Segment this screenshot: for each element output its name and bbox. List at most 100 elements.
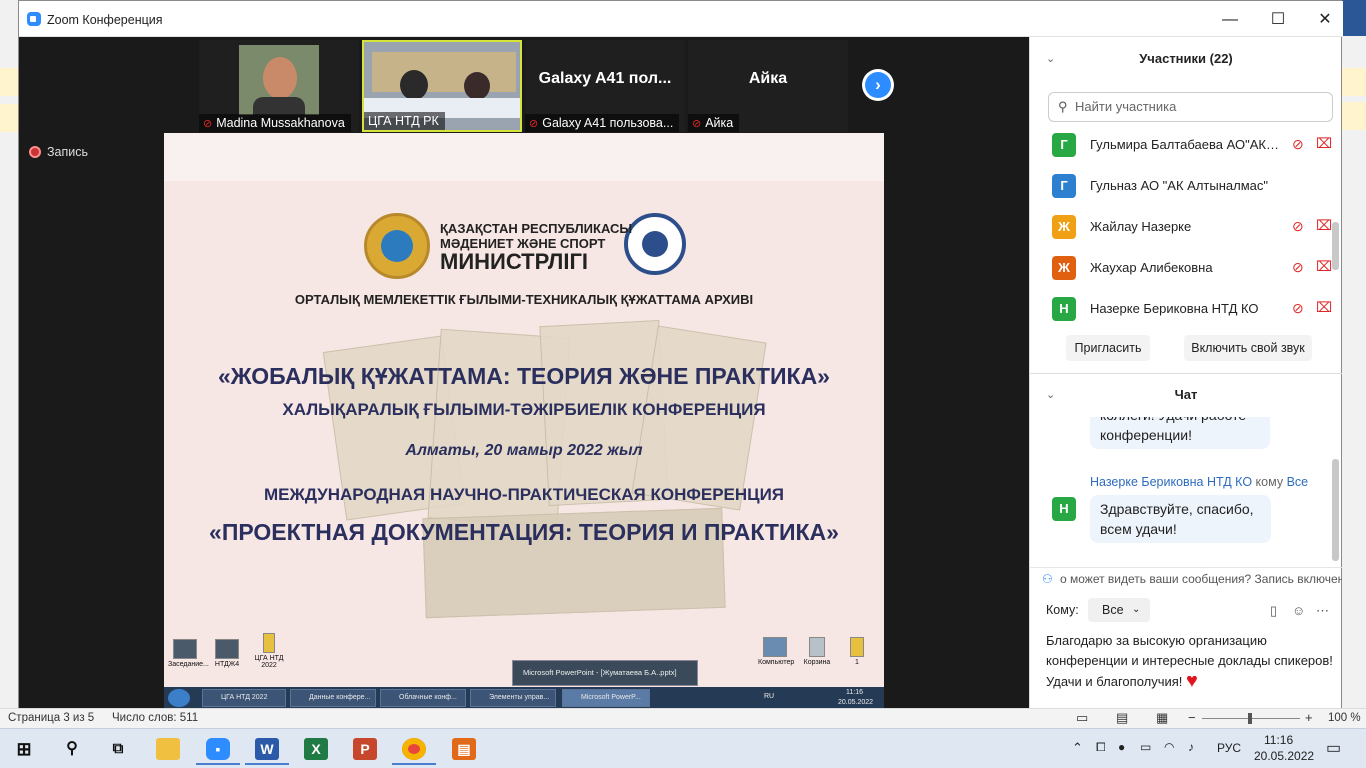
ministry-line-1: ҚАЗАҚСТАН РЕСПУБЛИКАСЫ <box>440 221 633 236</box>
emoji-icon[interactable]: ☺ <box>1292 603 1305 618</box>
video-off-icon: ⌧ <box>1316 258 1333 274</box>
close-button[interactable]: ✕ <box>1302 7 1348 33</box>
video-tile[interactable]: ⊘ Madina Mussakhanova <box>199 40 359 132</box>
desktop-icon: Заседание... <box>168 639 209 668</box>
powerpoint-taskbar-button[interactable]: P <box>343 733 387 765</box>
background-window-edge-right <box>1342 36 1366 708</box>
zoom-icon: ▪ <box>206 738 230 760</box>
participant-row[interactable]: Ж Жайлау Назерке ⊘ ⌧ <box>1030 207 1342 248</box>
participant-row[interactable]: Г Гульназ АО "АК Алтыналмас" <box>1030 166 1342 207</box>
participants-scrollbar[interactable] <box>1332 222 1339 270</box>
person-shape <box>464 72 490 100</box>
start-button[interactable]: ⊞ <box>2 733 46 765</box>
chat-recipient-select[interactable]: Все ⌄ <box>1088 598 1150 622</box>
search-icon: ⚲ <box>66 740 78 757</box>
mic-muted-icon: ⊘ <box>1292 136 1304 152</box>
tile-name-text: Madina Mussakhanova <box>216 116 345 130</box>
participant-row[interactable]: Н Назерке Бериковна НТД КО ⊘ ⌧ <box>1030 289 1342 330</box>
unmute-button[interactable]: Включить свой звук <box>1184 335 1312 361</box>
wall-shape <box>372 52 516 92</box>
read-mode-icon[interactable]: ▭ <box>1076 710 1088 726</box>
zoom-logo-icon <box>27 12 41 26</box>
document-app-icon: ▤ <box>452 738 476 760</box>
volume-icon[interactable]: ♪ <box>1188 740 1194 754</box>
ministry-line-3: МИНИСТРЛІГІ <box>440 249 589 274</box>
remote-task: Данные конфере... <box>290 689 376 707</box>
video-tile-active[interactable]: ЦГА НТД РК <box>362 40 522 132</box>
powerpoint-icon: P <box>353 738 377 760</box>
remote-taskbar: ЦГА НТД 2022 Данные конфере... Облачные … <box>164 687 884 709</box>
video-tile[interactable]: Айка ⊘ Айка <box>688 40 848 132</box>
avatar: Ж <box>1052 256 1076 280</box>
chat-to-word: кому <box>1255 475 1284 489</box>
zoom-taskbar-button[interactable]: ▪ <box>196 733 240 765</box>
desktop-icon: Компьютер <box>758 637 794 666</box>
chat-input[interactable]: Благодарю за высокую организацию конфере… <box>1046 631 1336 692</box>
web-layout-icon[interactable]: ▦ <box>1156 710 1168 726</box>
word-status-bar: Страница 3 из 5 Число слов: 511 ▭ ▤ ▦ − … <box>0 708 1366 728</box>
participant-search-input[interactable]: ⚲ Найти участника <box>1048 92 1333 122</box>
remote-task: Элементы управ... <box>470 689 556 707</box>
microphone-icon[interactable]: ● <box>1118 740 1125 754</box>
page-count[interactable]: Страница 3 из 5 <box>8 712 94 724</box>
task-view-icon: ⧉ <box>112 740 124 757</box>
mic-muted-icon: ⊘ <box>1292 300 1304 316</box>
record-icon <box>29 146 41 158</box>
tile-big-name: Galaxy A41 пол... <box>538 70 672 87</box>
archive-seal-icon <box>624 213 686 275</box>
participant-name: Гульмира Балтабаева АО"АКАЛТЫНАЛМАС" <box>1090 137 1285 152</box>
battery-icon[interactable]: ▭ <box>1140 740 1151 754</box>
zoom-out-icon[interactable]: − <box>1188 710 1196 725</box>
file-icon[interactable]: ▯ <box>1270 603 1277 619</box>
chat-sender[interactable]: Назерке Бериковна НТД КО <box>1090 475 1252 489</box>
chat-title: Чат <box>1174 387 1198 402</box>
desktop-icon: Корзина <box>800 637 834 666</box>
privacy-notice[interactable]: ⚇ о может видеть ваши сообщения? Запись в… <box>1030 567 1342 591</box>
chevron-down-icon[interactable]: ⌄ <box>1046 375 1055 415</box>
zoom-level[interactable]: 100 % <box>1328 712 1361 724</box>
video-tile[interactable]: Galaxy A41 пол... ⊘ Galaxy A41 пользова..… <box>525 40 685 132</box>
participant-row[interactable]: Г Гульмира Балтабаева АО"АКАЛТЫНАЛМАС" ⊘… <box>1030 125 1342 166</box>
maximize-button[interactable]: ☐ <box>1255 7 1301 33</box>
excel-taskbar-button[interactable]: X <box>294 733 338 765</box>
minimize-button[interactable]: — <box>1207 7 1253 33</box>
remote-task: ЦГА НТД 2022 <box>202 689 286 707</box>
chat-bubble: коллеги! Удачи работе конференции! <box>1090 417 1270 449</box>
word-taskbar-button[interactable]: W <box>245 733 289 765</box>
zoom-in-icon[interactable]: + <box>1305 710 1313 725</box>
explorer-button[interactable] <box>146 733 190 765</box>
clock-date[interactable]: 20.05.2022 <box>1254 749 1314 763</box>
video-off-icon: ⌧ <box>1316 217 1333 233</box>
next-page-button[interactable]: › <box>862 69 894 101</box>
invite-button[interactable]: Пригласить <box>1066 335 1150 361</box>
chevron-down-icon[interactable]: ⌄ <box>1046 39 1055 79</box>
recording-indicator[interactable]: Запись <box>29 145 88 159</box>
video-area: ⊘ Madina Mussakhanova ЦГА НТД РК Galaxy A… <box>19 37 1029 709</box>
device-icon[interactable]: ⧠ <box>1096 740 1106 755</box>
remote-lang: RU <box>764 693 775 700</box>
participants-header: ⌄ Участники (22) <box>1030 39 1342 79</box>
app-taskbar-button[interactable]: ▤ <box>442 733 486 765</box>
wifi-icon[interactable]: ◠ <box>1164 740 1174 754</box>
clock-time[interactable]: 11:16 <box>1264 733 1293 747</box>
search-button[interactable]: ⚲ <box>50 733 94 765</box>
heart-icon: ♥ <box>1186 670 1198 692</box>
chevron-up-icon[interactable]: ⌃ <box>1072 740 1083 756</box>
notification-icon[interactable]: ▭ <box>1326 738 1341 758</box>
tile-name: ЦГА НТД РК <box>364 112 445 130</box>
remote-date: 20.05.2022 <box>838 699 874 706</box>
chat-scrollbar[interactable] <box>1332 459 1339 561</box>
desktop-icon: 1 <box>840 637 874 666</box>
print-layout-icon[interactable]: ▤ <box>1116 710 1128 726</box>
input-language[interactable]: РУС <box>1217 741 1241 755</box>
tile-name: ⊘ Galaxy A41 пользова... <box>525 114 680 132</box>
chrome-taskbar-button[interactable] <box>392 733 436 765</box>
zoom-slider-thumb[interactable] <box>1248 713 1252 724</box>
word-count[interactable]: Число слов: 511 <box>112 712 198 724</box>
task-view-button[interactable]: ⧉ <box>96 733 140 765</box>
participant-video <box>239 45 319 115</box>
participant-row[interactable]: Ж Жаухар Алибековна ⊘ ⌧ <box>1030 248 1342 289</box>
windows-icon: ⊞ <box>16 739 32 759</box>
desktop-icon-label: ЦГА НТД 2022 <box>254 655 284 669</box>
more-icon[interactable]: ⋯ <box>1316 603 1329 619</box>
